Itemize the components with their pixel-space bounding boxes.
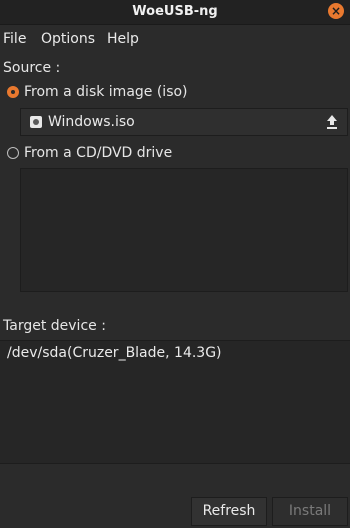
- refresh-button[interactable]: Refresh: [191, 497, 267, 526]
- install-button[interactable]: Install: [272, 497, 348, 526]
- menu-bar: File Options Help: [0, 25, 350, 53]
- target-device-item[interactable]: /dev/sda(Cruzer_Blade, 14.3G): [7, 345, 222, 361]
- iso-file-name: Windows.iso: [48, 114, 135, 130]
- menu-options[interactable]: Options: [41, 31, 95, 47]
- radio-button-checked[interactable]: [7, 86, 19, 98]
- target-device-list[interactable]: /dev/sda(Cruzer_Blade, 14.3G): [0, 340, 350, 464]
- iso-file-picker[interactable]: Windows.iso: [20, 108, 348, 136]
- window-title: WoeUSB-ng: [132, 4, 218, 19]
- radio-cd-drive-label[interactable]: From a CD/DVD drive: [24, 145, 172, 161]
- menu-file[interactable]: File: [3, 31, 26, 47]
- radio-disk-image-label[interactable]: From a disk image (iso): [24, 84, 188, 100]
- target-device-label: Target device :: [3, 318, 106, 334]
- close-icon[interactable]: ×: [328, 3, 344, 19]
- title-bar: WoeUSB-ng ×: [0, 0, 350, 25]
- disc-icon: [30, 116, 42, 128]
- upload-icon[interactable]: [325, 114, 339, 130]
- cd-drive-list[interactable]: [20, 168, 348, 292]
- menu-help[interactable]: Help: [107, 31, 139, 47]
- radio-button-unchecked[interactable]: [7, 147, 19, 159]
- source-label: Source :: [3, 60, 61, 76]
